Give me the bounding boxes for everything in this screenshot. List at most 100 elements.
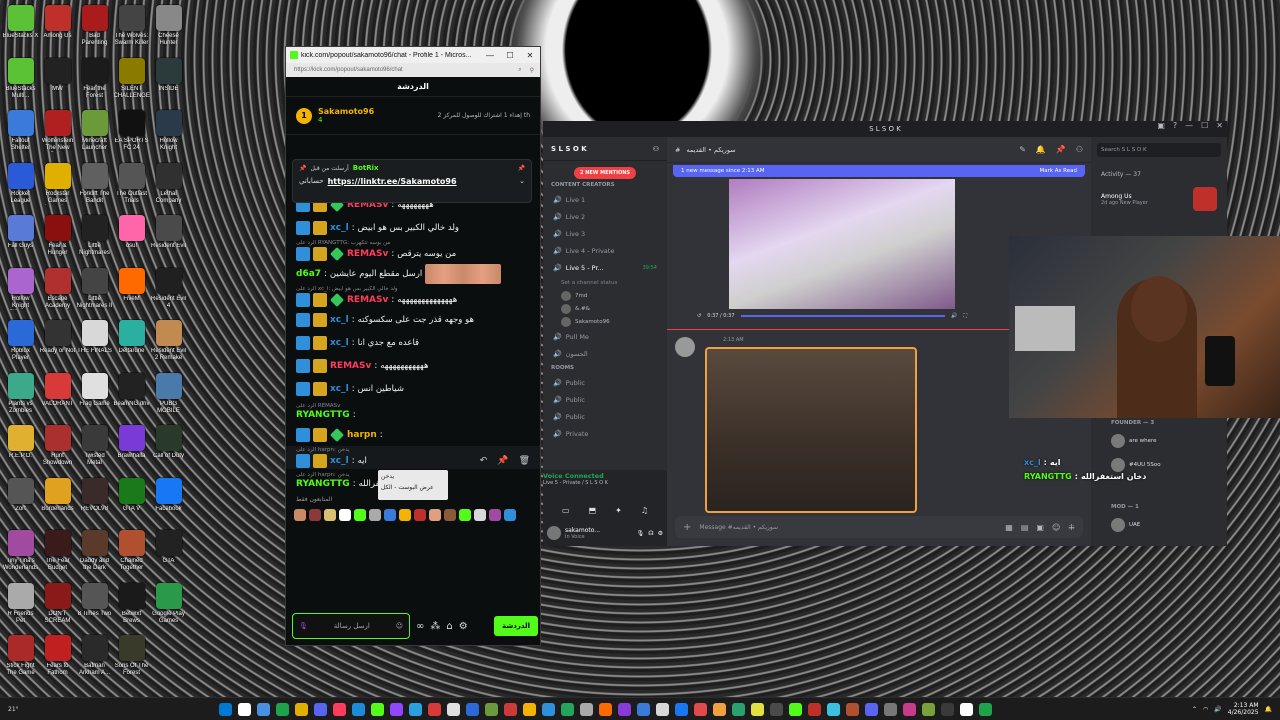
gear-icon[interactable]: ⚙	[658, 530, 663, 537]
desktop-icon[interactable]: Chained Together	[113, 527, 150, 580]
gift-badge-icon[interactable]	[330, 247, 344, 261]
chat-message[interactable]: الرد على REMASv RYANGTTG:	[286, 400, 540, 423]
pin-icon[interactable]: 📌	[1056, 145, 1066, 154]
avatar[interactable]	[547, 526, 561, 540]
taskbar-app-icon[interactable]	[427, 702, 441, 716]
voice-channel[interactable]: 🔊 الحسون	[543, 345, 667, 362]
taskbar-app-icon[interactable]	[351, 702, 365, 716]
kick-address-bar[interactable]: https://kick.com/popout/sakamoto96/chat …	[286, 63, 540, 77]
subscriber-badge-icon[interactable]	[313, 358, 327, 373]
subscriber-badge-icon[interactable]	[313, 427, 327, 442]
reply-context[interactable]: الرد على xc_l: ولد خالي الكبير بس هو ابي…	[296, 286, 530, 293]
desktop-icon[interactable]: INSIDE	[150, 55, 187, 108]
desktop-icon[interactable]: GTA V	[113, 475, 150, 528]
new-message-banner[interactable]: 1 new message since 2:13 AM Mark As Read	[673, 165, 1085, 177]
taskbar-app-icon[interactable]	[579, 702, 593, 716]
unpin-icon[interactable]: 📌	[518, 165, 525, 172]
room-channel[interactable]: 🔊 Public	[543, 408, 667, 425]
desktop-icon[interactable]: Batman Arkham A...	[76, 632, 113, 685]
moderator-badge-icon[interactable]	[296, 427, 310, 442]
taskbar-app-icon[interactable]	[921, 702, 935, 716]
desktop-icon[interactable]: BlueStacks Multi...	[2, 55, 39, 108]
desktop-icon[interactable]: Resident Evil 4	[150, 265, 187, 318]
chat-username[interactable]: REMASv	[347, 295, 388, 305]
gift-badge-icon[interactable]	[330, 427, 344, 442]
video-progress[interactable]	[740, 315, 946, 317]
threads-icon[interactable]: ✎	[1019, 145, 1026, 154]
taskbar-app-icon[interactable]	[674, 702, 688, 716]
desktop-icon[interactable]: Escape Academy	[39, 265, 76, 318]
desktop-icon[interactable]: Frag Game	[76, 370, 113, 423]
room-channel[interactable]: 🔊 Public	[543, 391, 667, 408]
desktop-icon[interactable]: FiveM	[113, 265, 150, 318]
chat-message[interactable]: xc_l: هو وجهه قذر جت على سكسوكته	[286, 308, 540, 331]
moderator-badge-icon[interactable]	[296, 454, 310, 468]
desktop-icon[interactable]: Fear the Forest	[76, 55, 113, 108]
taskbar-app-icon[interactable]	[275, 702, 289, 716]
desktop-icon[interactable]: Daddy and the Dark	[76, 527, 113, 580]
voice-user[interactable]: &.#&	[543, 302, 667, 315]
desktop-icon[interactable]: REVOLV8	[76, 475, 113, 528]
taskbar-app-icon[interactable]	[712, 702, 726, 716]
desktop-icon[interactable]: R.E.P.O.	[2, 422, 39, 475]
chat-input[interactable]: 🎙 ارسل رسالة ☺	[292, 613, 410, 639]
moderator-badge-icon[interactable]	[296, 335, 310, 350]
image-attachment[interactable]	[705, 347, 917, 513]
voice-channel[interactable]: 🔊 Live 4 - Private	[543, 242, 667, 259]
moderator-badge-icon[interactable]	[296, 381, 310, 396]
chevron-up-icon[interactable]: ⌃	[1192, 706, 1197, 713]
taskbar-app-icon[interactable]	[788, 702, 802, 716]
voice-connected-label[interactable]: Voice Connected	[543, 472, 667, 480]
taskbar-app-icon[interactable]	[883, 702, 897, 716]
desktop-icon[interactable]: Fear & Hunger	[39, 212, 76, 265]
desktop-icon[interactable]: PUBG MOBILE	[150, 370, 187, 423]
share-icon[interactable]: ⁂	[430, 621, 440, 632]
desktop-icon[interactable]: R Friends Pet	[2, 580, 39, 633]
moderator-badge-icon[interactable]	[296, 247, 310, 261]
infinity-icon[interactable]: ∞	[416, 621, 424, 632]
activity-icon[interactable]: ✦	[615, 506, 622, 515]
desktop-icon[interactable]: Tiny Tina's Wonderlands	[2, 527, 39, 580]
emote-icon[interactable]	[339, 509, 351, 521]
volume-icon[interactable]: 🔊	[1214, 706, 1221, 713]
desktop-icon[interactable]: Call of Duty	[150, 422, 187, 475]
avatar[interactable]	[675, 337, 695, 357]
subscriber-badge-icon[interactable]	[313, 454, 327, 468]
emote-icon[interactable]	[384, 509, 396, 521]
member-item[interactable]: are where	[1111, 434, 1157, 448]
taskbar-app-icon[interactable]	[959, 702, 973, 716]
desktop-icon[interactable]: Little Nightmares	[76, 212, 113, 265]
pin-icon[interactable]: 📌	[497, 456, 508, 466]
taskbar-app-icon[interactable]	[313, 702, 327, 716]
chat-username[interactable]: RYANGTTG	[296, 479, 350, 489]
emote-icon[interactable]	[504, 509, 516, 521]
headphones-icon[interactable]: ☊	[648, 530, 653, 537]
taskbar-app-icon[interactable]	[636, 702, 650, 716]
taskbar-app-icon[interactable]	[864, 702, 878, 716]
taskbar-app-icon[interactable]	[560, 702, 574, 716]
replay-icon[interactable]: ↺	[697, 313, 701, 319]
desktop-icon[interactable]: Zort	[2, 475, 39, 528]
desktop-icon[interactable]: Rockstar Games Launcher	[39, 160, 76, 213]
moderator-badge-icon[interactable]	[296, 358, 310, 373]
soundboard-icon[interactable]: ♫	[641, 506, 648, 515]
chat-message[interactable]: الرد على RYANGTTG: من بوسه تتكهرب REMASv:…	[286, 239, 540, 262]
chat-username[interactable]: RYANGTTG	[296, 410, 350, 420]
pinned-link[interactable]: https://linktr.ee/Sakamoto96	[328, 177, 457, 186]
taskbar-app-icon[interactable]	[826, 702, 840, 716]
desktop-icon[interactable]: Brawlhalla	[113, 422, 150, 475]
emote-icon[interactable]	[429, 509, 441, 521]
chat-username[interactable]: xc_l	[330, 384, 349, 394]
emote-icon[interactable]	[399, 509, 411, 521]
chat-message[interactable]: d6a7: ارسل مقطع اليوم عايشين	[286, 262, 540, 285]
volume-icon[interactable]: 🔊	[951, 313, 957, 319]
desktop-icon[interactable]: Hollow Knight Silksong	[2, 265, 39, 318]
voice-user[interactable]: Sakamoto96	[543, 315, 667, 328]
sticker-icon[interactable]: ▣	[1036, 523, 1044, 532]
store-icon[interactable]: ⌂	[446, 621, 452, 632]
minimize-icon[interactable]: —	[480, 51, 500, 60]
plus-icon[interactable]: +	[683, 522, 691, 533]
taskbar-app-icon[interactable]	[978, 702, 992, 716]
emote-icon[interactable]	[324, 509, 336, 521]
subscriber-badge-icon[interactable]	[313, 312, 327, 327]
